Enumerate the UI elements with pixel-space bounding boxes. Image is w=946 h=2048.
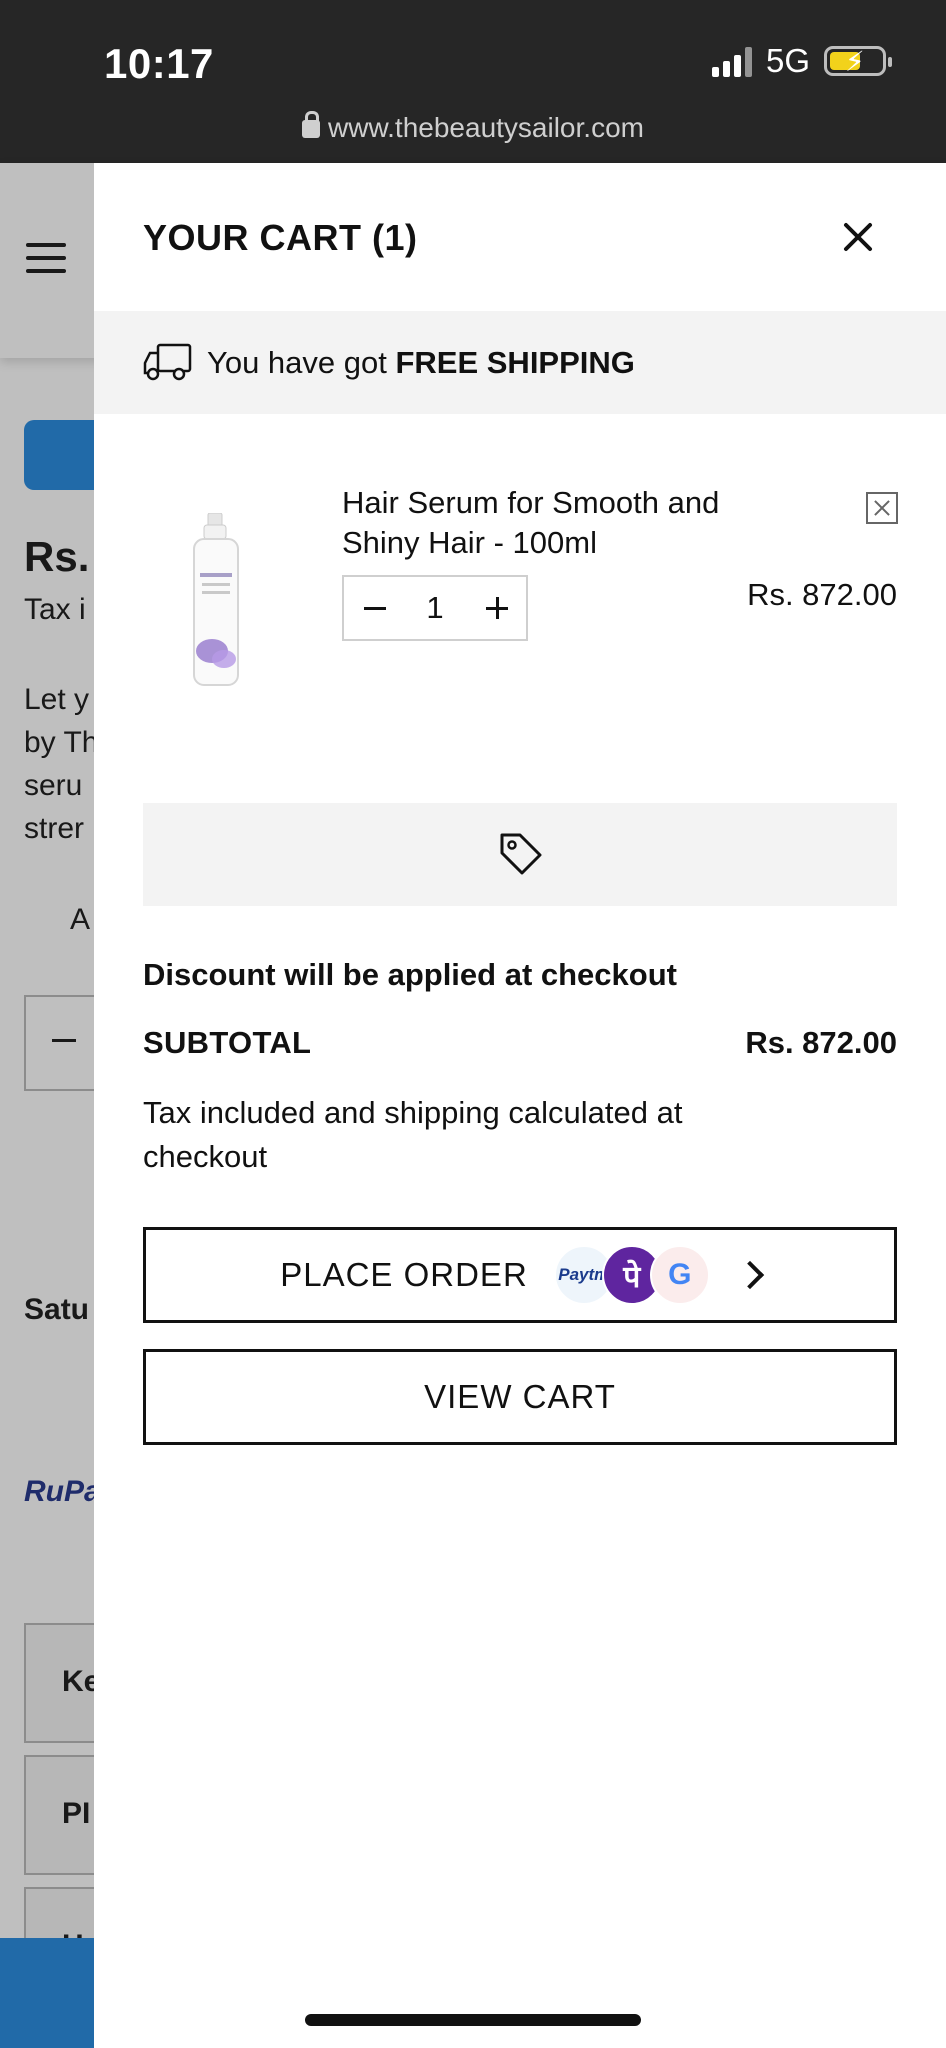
tag-icon: [500, 833, 542, 875]
shipping-message: You have got FREE SHIPPING: [207, 344, 635, 380]
truck-icon: [143, 343, 192, 380]
product-title[interactable]: Hair Serum for Smooth and Shiny Hair - 1…: [342, 483, 802, 563]
quantity-stepper: 1: [342, 575, 528, 641]
battery-icon: ⚡: [824, 46, 892, 77]
place-order-label: PLACE ORDER: [280, 1256, 528, 1293]
status-bar: 10:17 5G ⚡ www.thebeautysailor.com: [0, 0, 946, 163]
quantity-input[interactable]: 1: [404, 590, 466, 626]
place-order-button[interactable]: PLACE ORDER Paytm पे G: [143, 1227, 897, 1323]
lock-icon: [302, 111, 321, 138]
google-pay-icon: G: [649, 1245, 710, 1305]
subtotal-value: Rs. 872.00: [745, 1025, 897, 1060]
signal-icon: [711, 45, 752, 77]
subtotal-label: SUBTOTAL: [143, 1025, 312, 1060]
product-image[interactable]: [160, 513, 276, 688]
cart-header: YOUR CART (1): [94, 163, 946, 311]
discount-note: Discount will be applied at checkout: [143, 957, 677, 992]
status-time: 10:17: [104, 40, 214, 87]
cart-drawer: YOUR CART (1) You have got FREE SHIPPING…: [94, 163, 946, 2048]
url-text: www.thebeautysailor.com: [328, 112, 644, 143]
discount-code-toggle[interactable]: [143, 803, 897, 906]
increase-quantity-button[interactable]: [466, 577, 526, 639]
status-indicators: 5G ⚡: [711, 42, 892, 80]
network-label: 5G: [765, 42, 810, 79]
tax-note: Tax included and shipping calculated at …: [143, 1095, 683, 1174]
cart-item: Hair Serum for Smooth and Shiny Hair - 1…: [94, 463, 946, 723]
url-bar[interactable]: www.thebeautysailor.com: [0, 111, 946, 144]
close-icon[interactable]: [842, 221, 874, 253]
payment-icons: Paytm पे G: [553, 1245, 710, 1305]
view-cart-button[interactable]: VIEW CART: [143, 1349, 897, 1445]
view-cart-label: VIEW CART: [424, 1378, 616, 1415]
remove-item-icon[interactable]: [866, 492, 898, 524]
cart-title: YOUR CART (1): [143, 217, 418, 258]
free-shipping-banner: You have got FREE SHIPPING: [94, 311, 946, 414]
decrease-quantity-button[interactable]: [344, 577, 404, 639]
chevron-right-icon: [735, 1260, 764, 1290]
item-price: Rs. 872.00: [747, 577, 897, 612]
home-indicator[interactable]: [305, 2014, 641, 2026]
